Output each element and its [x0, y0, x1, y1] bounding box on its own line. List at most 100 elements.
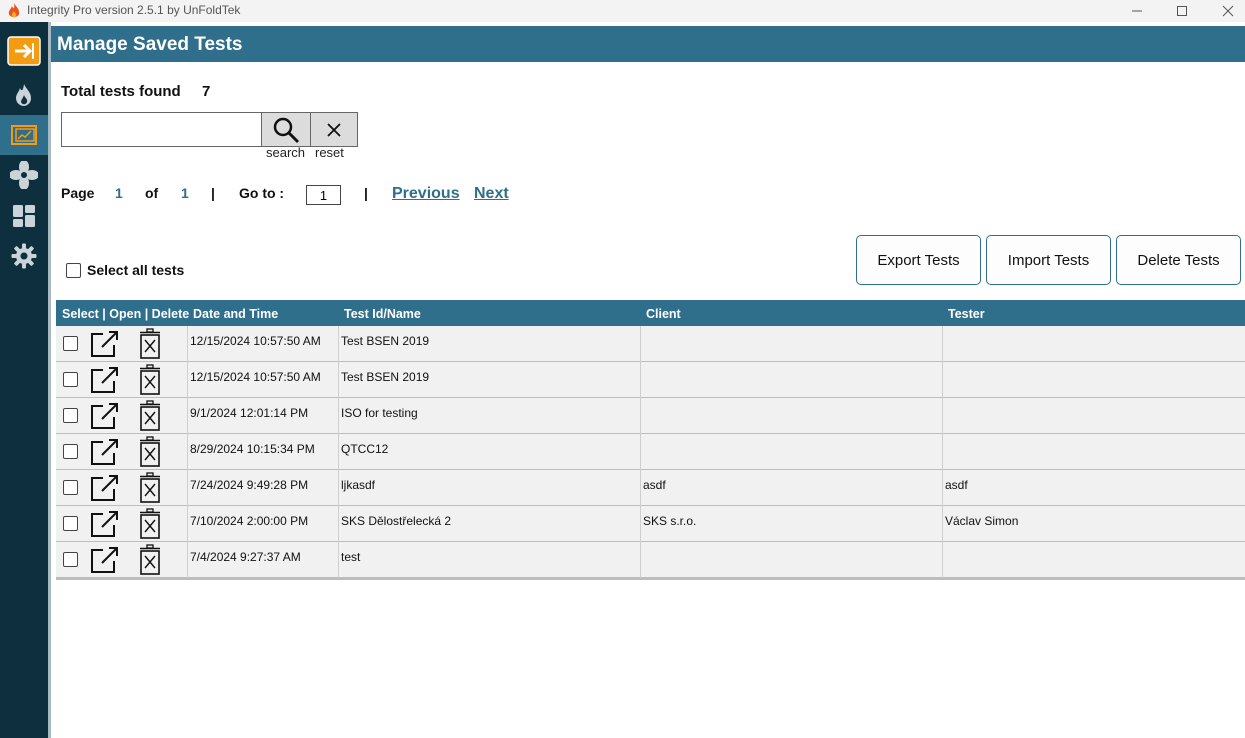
search-input[interactable]	[61, 112, 262, 147]
gear-icon	[11, 243, 37, 269]
cell-tester: Václav Simon	[945, 514, 1019, 528]
table-row: 8/29/2024 10:15:34 PM QTCC12	[56, 434, 1245, 470]
col-divider	[187, 434, 188, 470]
cell-datetime: 12/15/2024 10:57:50 AM	[190, 370, 321, 384]
select-all-control[interactable]: Select all tests	[66, 262, 184, 278]
col-divider	[640, 326, 641, 362]
cell-name: QTCC12	[341, 442, 389, 456]
col-divider	[942, 326, 943, 362]
search-button[interactable]	[261, 112, 311, 147]
cell-datetime: 7/10/2024 2:00:00 PM	[190, 514, 309, 528]
delete-tests-button[interactable]: Delete Tests	[1116, 235, 1241, 285]
table-row: 7/24/2024 9:49:28 PM ljkasdf asdf asdf	[56, 470, 1245, 506]
trash-delete-icon[interactable]	[138, 472, 162, 504]
cell-datetime: 9/1/2024 12:01:14 PM	[190, 406, 309, 420]
open-external-icon[interactable]	[89, 473, 121, 503]
fan-icon	[10, 161, 38, 189]
cell-client: SKS s.r.o.	[643, 514, 697, 528]
cell-client: asdf	[643, 478, 666, 492]
cell-name: ISO for testing	[341, 406, 418, 420]
trash-delete-icon[interactable]	[138, 328, 162, 360]
sidebar-item-fan[interactable]	[0, 155, 48, 195]
tests-table: Select | Open | Delete Date and Time Tes…	[56, 300, 1245, 580]
table-body: 12/15/2024 10:57:50 AM Test BSEN 2019 12…	[56, 326, 1245, 578]
col-header-name: Test Id/Name	[344, 307, 421, 321]
reset-button[interactable]	[310, 112, 358, 147]
close-icon[interactable]	[1205, 0, 1245, 22]
close-x-icon	[327, 122, 341, 137]
maximize-icon[interactable]	[1159, 0, 1205, 22]
open-external-icon[interactable]	[89, 509, 121, 539]
open-external-icon[interactable]	[89, 401, 121, 431]
charts-icon	[11, 125, 37, 145]
minimize-icon[interactable]	[1114, 0, 1160, 22]
previous-link[interactable]: Previous	[392, 185, 460, 203]
trash-delete-icon[interactable]	[138, 400, 162, 432]
total-pages: 1	[181, 185, 189, 201]
import-tests-button[interactable]: Import Tests	[986, 235, 1111, 285]
cell-name: Test BSEN 2019	[341, 370, 430, 384]
total-tests-label: Total tests found	[61, 83, 181, 100]
row-select-checkbox[interactable]	[63, 336, 78, 351]
row-select-checkbox[interactable]	[63, 444, 78, 459]
sidebar-item-settings[interactable]	[0, 236, 48, 276]
cell-name: SKS Dělostřelecká 2	[341, 514, 452, 528]
open-external-icon[interactable]	[89, 365, 121, 395]
col-header-client: Client	[646, 307, 681, 321]
trash-delete-icon[interactable]	[138, 436, 162, 468]
cell-datetime: 7/24/2024 9:49:28 PM	[190, 478, 309, 492]
cell-datetime: 8/29/2024 10:15:34 PM	[190, 442, 315, 456]
row-select-checkbox[interactable]	[63, 480, 78, 495]
sidebar-item-exit[interactable]	[0, 31, 48, 71]
col-header-actions: Select | Open | Delete	[62, 307, 190, 321]
goto-label: Go to :	[239, 185, 285, 201]
table-bottom-border	[56, 578, 1245, 580]
pager-separator-2: |	[364, 185, 368, 201]
of-label: of	[145, 185, 159, 201]
sidebar-item-fire[interactable]	[0, 75, 48, 115]
col-divider	[640, 434, 641, 470]
col-divider	[942, 542, 943, 578]
col-divider	[942, 434, 943, 470]
select-all-label: Select all tests	[87, 262, 185, 278]
table-row: 7/4/2024 9:27:37 AM test	[56, 542, 1245, 578]
page-label: Page	[61, 185, 95, 201]
open-external-icon[interactable]	[89, 545, 121, 575]
reset-caption: reset	[315, 145, 344, 160]
app-flame-icon	[8, 3, 20, 18]
col-divider	[187, 362, 188, 398]
trash-delete-icon[interactable]	[138, 508, 162, 540]
row-select-checkbox[interactable]	[63, 372, 78, 387]
sidebar-item-tests[interactable]	[0, 115, 48, 155]
col-divider	[187, 470, 188, 506]
page-title: Manage Saved Tests	[57, 34, 243, 55]
cell-name: test	[341, 550, 361, 564]
goto-page-input[interactable]	[306, 185, 341, 205]
open-external-icon[interactable]	[89, 329, 121, 359]
col-divider	[338, 506, 339, 542]
col-divider	[942, 398, 943, 434]
row-select-checkbox[interactable]	[63, 552, 78, 567]
col-divider	[942, 362, 943, 398]
select-all-checkbox[interactable]	[66, 262, 81, 278]
col-divider	[338, 434, 339, 470]
export-tests-button[interactable]: Export Tests	[856, 235, 981, 285]
sidebar-item-dashboard[interactable]	[0, 196, 48, 236]
window-title: Integrity Pro version 2.5.1 by UnFoldTek	[27, 3, 241, 17]
dashboard-icon	[13, 205, 35, 227]
table-row: 9/1/2024 12:01:14 PM ISO for testing	[56, 398, 1245, 434]
open-external-icon[interactable]	[89, 437, 121, 467]
col-divider	[338, 362, 339, 398]
trash-delete-icon[interactable]	[138, 544, 162, 576]
trash-delete-icon[interactable]	[138, 364, 162, 396]
row-select-checkbox[interactable]	[63, 516, 78, 531]
col-divider	[640, 362, 641, 398]
col-header-tester: Tester	[948, 307, 985, 321]
search-icon	[273, 117, 300, 143]
next-link[interactable]: Next	[474, 185, 509, 203]
col-divider	[942, 470, 943, 506]
exit-arrow-icon	[7, 36, 41, 66]
col-divider	[187, 542, 188, 578]
page-header: Manage Saved Tests	[51, 26, 1245, 62]
row-select-checkbox[interactable]	[63, 408, 78, 423]
